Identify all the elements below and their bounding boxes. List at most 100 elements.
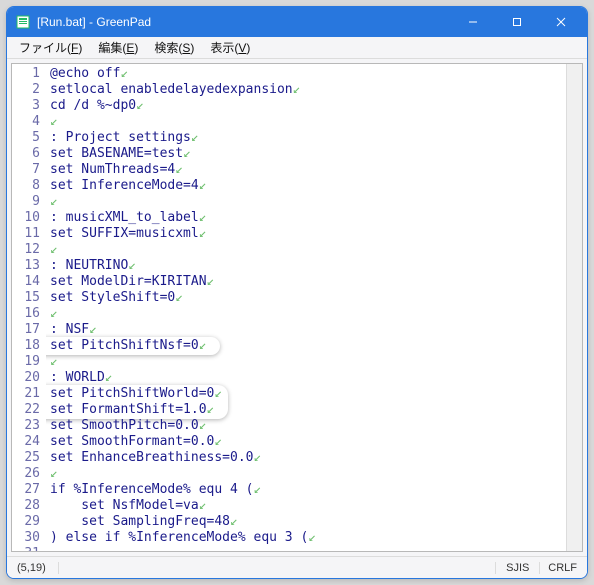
code-text: set InferenceMode=4 [50, 178, 199, 193]
code-line[interactable]: setlocal enabledelayedexpansion↙ [50, 82, 566, 98]
code-line[interactable]: set SmoothPitch=0.0↙ [50, 418, 566, 434]
return-mark-icon: ↙ [199, 178, 207, 193]
code-line[interactable]: set NumThreads=4↙ [50, 162, 566, 178]
line-number: 15 [12, 290, 40, 306]
line-number: 23 [12, 418, 40, 434]
line-number: 2 [12, 82, 40, 98]
return-mark-icon: ↙ [199, 498, 207, 513]
code-line[interactable]: set PitchShiftNsf=0↙ [50, 338, 566, 354]
code-text: set SmoothPitch=0.0 [50, 418, 199, 433]
code-content[interactable]: @echo off↙setlocal enabledelayedexpansio… [46, 64, 566, 551]
code-line[interactable]: : NSF↙ [50, 322, 566, 338]
editor-area[interactable]: 1234567891011121314151617181920212223242… [11, 63, 583, 552]
code-line[interactable]: set ModelDir=KIRITAN↙ [50, 274, 566, 290]
code-line[interactable]: ↙ [50, 114, 566, 130]
code-text: set ModelDir=KIRITAN [50, 274, 207, 289]
line-number: 9 [12, 194, 40, 210]
code-line[interactable]: ↙ [50, 466, 566, 482]
window-controls [451, 8, 583, 36]
code-line[interactable]: set SmoothFormant=0.0↙ [50, 434, 566, 450]
code-text: set PitchShiftWorld=0 [50, 386, 214, 401]
vertical-scrollbar[interactable] [566, 64, 582, 551]
code-line[interactable]: set StyleShift=0↙ [50, 290, 566, 306]
code-line[interactable]: set EnhanceBreathiness=0.0↙ [50, 450, 566, 466]
return-mark-icon: ↙ [199, 418, 207, 433]
code-text: : NSF [50, 322, 89, 337]
minimize-button[interactable] [451, 8, 495, 36]
code-text: if %InferenceMode% equ 4 ( [50, 482, 254, 497]
code-line[interactable]: : musicXML_to_label↙ [50, 210, 566, 226]
line-number: 14 [12, 274, 40, 290]
code-line[interactable]: @echo off↙ [50, 66, 566, 82]
menu-edit[interactable]: 編集(E) [90, 37, 146, 58]
return-mark-icon: ↙ [254, 450, 262, 465]
code-line[interactable]: ↙ [50, 194, 566, 210]
code-text: : NEUTRINO [50, 258, 128, 273]
code-text: set EnhanceBreathiness=0.0 [50, 450, 254, 465]
code-line[interactable]: set BASENAME=test↙ [50, 146, 566, 162]
code-line[interactable]: ↙ [50, 354, 566, 370]
return-mark-icon: ↙ [207, 402, 215, 417]
code-line[interactable]: set SUFFIX=musicxml↙ [50, 226, 566, 242]
code-line[interactable]: set FormantShift=1.0↙ [50, 402, 566, 418]
return-mark-icon: ↙ [50, 354, 58, 369]
return-mark-icon: ↙ [50, 194, 58, 209]
code-text: set SmoothFormant=0.0 [50, 434, 214, 449]
maximize-button[interactable] [495, 8, 539, 36]
line-number: 11 [12, 226, 40, 242]
return-mark-icon: ↙ [199, 210, 207, 225]
code-line[interactable]: ↙ [50, 306, 566, 322]
code-text: set SUFFIX=musicxml [50, 226, 199, 241]
status-encoding[interactable]: SJIS [495, 562, 539, 574]
return-mark-icon: ↙ [105, 370, 113, 385]
code-text: @echo off [50, 66, 120, 81]
menu-search[interactable]: 検索(S) [146, 37, 202, 58]
code-line[interactable]: : NEUTRINO↙ [50, 258, 566, 274]
return-mark-icon: ↙ [308, 530, 316, 545]
app-icon [15, 14, 31, 30]
code-text: ) else if %InferenceMode% equ 3 ( [50, 530, 308, 545]
return-mark-icon: ↙ [120, 66, 128, 81]
line-number: 24 [12, 434, 40, 450]
menu-view[interactable]: 表示(V) [202, 37, 258, 58]
code-text: setlocal enabledelayedexpansion [50, 82, 293, 97]
return-mark-icon: ↙ [199, 338, 207, 353]
line-number: 25 [12, 450, 40, 466]
line-number: 22 [12, 402, 40, 418]
code-line[interactable]: ↙ [50, 242, 566, 258]
code-text: set SamplingFreq=48 [50, 514, 230, 529]
code-line[interactable]: set PitchShiftWorld=0↙ [50, 386, 566, 402]
status-eol[interactable]: CRLF [539, 562, 585, 574]
return-mark-icon: ↙ [191, 130, 199, 145]
code-text: : Project settings [50, 130, 191, 145]
code-text: : musicXML_to_label [50, 210, 199, 225]
code-line[interactable]: : WORLD↙ [50, 370, 566, 386]
code-line[interactable]: : Project settings↙ [50, 130, 566, 146]
return-mark-icon: ↙ [183, 146, 191, 161]
return-mark-icon: ↙ [89, 322, 97, 337]
return-mark-icon: ↙ [230, 514, 238, 529]
code-text: set NsfModel=va [50, 498, 199, 513]
status-cursor-pos: (5,19) [9, 562, 59, 574]
code-line[interactable]: set SamplingFreq=48↙ [50, 514, 566, 530]
code-line[interactable]: cd /d %~dp0↙ [50, 98, 566, 114]
line-number: 17 [12, 322, 40, 338]
line-number: 20 [12, 370, 40, 386]
close-button[interactable] [539, 8, 583, 36]
menu-file[interactable]: ファイル(F) [11, 37, 90, 58]
code-line[interactable]: set NsfModel=va↙ [50, 498, 566, 514]
menubar: ファイル(F) 編集(E) 検索(S) 表示(V) [7, 37, 587, 59]
return-mark-icon: ↙ [254, 482, 262, 497]
return-mark-icon: ↙ [175, 162, 183, 177]
code-text: set FormantShift=1.0 [50, 402, 207, 417]
titlebar[interactable]: [Run.bat] - GreenPad [7, 7, 587, 37]
line-number: 29 [12, 514, 40, 530]
line-number: 30 [12, 530, 40, 546]
line-number-gutter: 1234567891011121314151617181920212223242… [12, 64, 46, 551]
line-number: 19 [12, 354, 40, 370]
code-line[interactable]: if %InferenceMode% equ 4 (↙ [50, 482, 566, 498]
code-line[interactable]: set InferenceMode=4↙ [50, 178, 566, 194]
code-line[interactable]: ) else if %InferenceMode% equ 3 (↙ [50, 530, 566, 546]
return-mark-icon: ↙ [50, 306, 58, 321]
code-text: set NumThreads=4 [50, 162, 175, 177]
